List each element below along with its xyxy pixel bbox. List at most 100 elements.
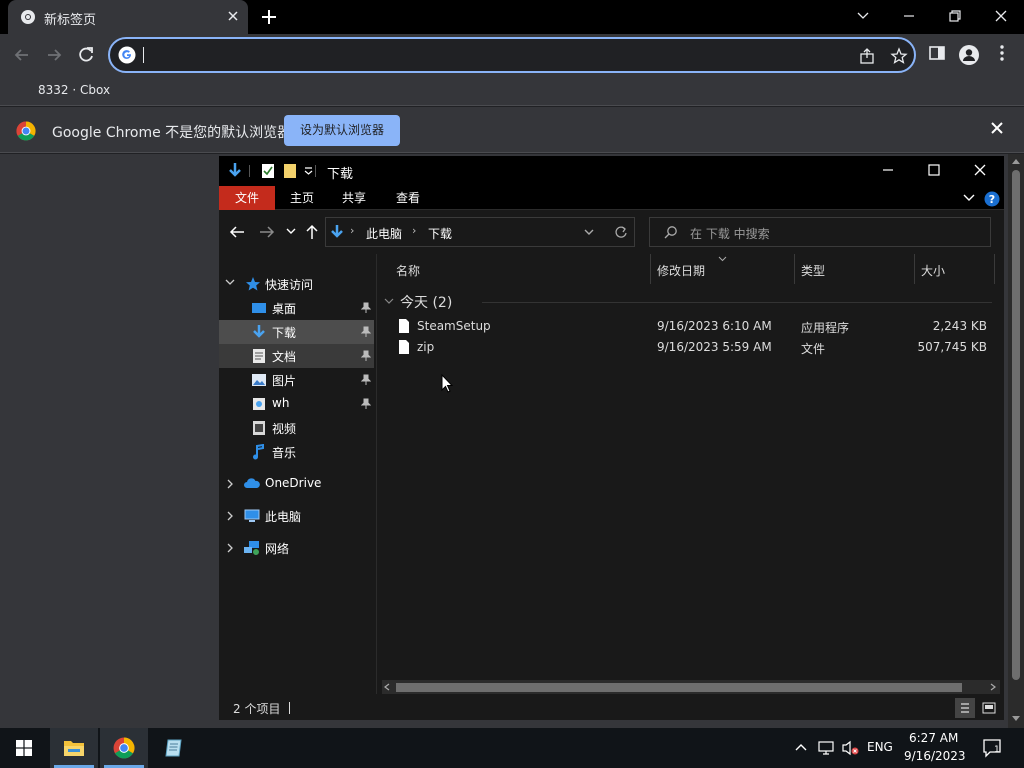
minimize-button[interactable] — [896, 5, 922, 27]
tab-new-tab[interactable]: 新标签页 — [8, 0, 248, 34]
nav-item-label: 下载 — [272, 326, 297, 340]
nav-item-wh[interactable]: wh — [219, 392, 374, 416]
explorer-back-button[interactable] — [229, 225, 245, 239]
horizontal-scrollbar[interactable] — [382, 680, 1000, 694]
up-folder-button[interactable] — [305, 224, 319, 240]
file-modified: 9/16/2023 6:10 AM — [657, 319, 772, 333]
address-bar[interactable]: › 此电脑 › 下载 — [325, 217, 635, 247]
explorer-minimize-button[interactable] — [881, 163, 895, 177]
nav-item-music[interactable]: 音乐 — [219, 440, 374, 464]
taskbar-chrome[interactable] — [100, 728, 148, 768]
column-header-type[interactable]: 类型 — [801, 262, 825, 279]
ribbon-tab-share[interactable]: 共享 — [329, 186, 379, 210]
refresh-icon[interactable] — [614, 225, 628, 239]
network-icon — [244, 541, 259, 555]
new-tab-button[interactable] — [258, 7, 280, 27]
nav-onedrive[interactable]: OneDrive — [219, 472, 374, 496]
download-location-icon — [330, 224, 344, 240]
tab-strip: 新标签页 — [0, 0, 1024, 34]
nav-item-pictures[interactable]: 图片 — [219, 368, 374, 392]
explorer-maximize-button[interactable] — [927, 163, 941, 177]
file-size: 507,745 KB — [917, 340, 987, 354]
back-button[interactable] — [11, 44, 33, 66]
volume-muted-icon[interactable] — [842, 740, 860, 756]
pictures-icon — [252, 374, 266, 386]
taskbar-app[interactable] — [150, 728, 198, 768]
nav-item-desktop[interactable]: 桌面 — [219, 296, 374, 320]
file-icon — [399, 319, 409, 333]
file-size: 2,243 KB — [932, 319, 987, 333]
properties-icon[interactable] — [261, 163, 275, 179]
group-header-today[interactable]: 今天 (2) — [384, 292, 994, 312]
tab-close-icon[interactable] — [226, 9, 240, 23]
collapse-chevron-icon — [384, 298, 394, 304]
menu-kebab-icon[interactable] — [994, 44, 1010, 62]
column-header-modified[interactable]: 修改日期 — [657, 262, 705, 279]
large-icons-view-button[interactable] — [979, 698, 999, 718]
input-language[interactable]: ENG — [867, 740, 893, 754]
address-history-chevron-icon[interactable] — [584, 229, 594, 237]
clock-time[interactable]: 6:27 AM — [909, 731, 958, 745]
notification-center-icon[interactable]: 1 — [982, 738, 1004, 758]
ribbon-tab-home[interactable]: 主页 — [277, 186, 327, 210]
explorer-search-box[interactable]: 在 下载 中搜索 — [649, 217, 991, 247]
nav-item-label: wh — [272, 396, 290, 410]
horizontal-scrollbar-thumb[interactable] — [396, 683, 962, 692]
forward-button[interactable] — [43, 44, 65, 66]
svg-text:?: ? — [989, 193, 995, 206]
document-icon — [253, 349, 265, 363]
nav-network[interactable]: 网络 — [219, 536, 374, 560]
taskbar-file-explorer[interactable] — [50, 728, 98, 768]
page-scrollbar-thumb[interactable] — [1012, 170, 1020, 680]
breadcrumb-downloads[interactable]: 下载 — [428, 225, 452, 242]
ribbon-expand-icon[interactable] — [963, 193, 975, 203]
side-panel-icon[interactable] — [928, 44, 946, 62]
infobar-close-icon[interactable] — [990, 121, 1004, 135]
details-view-button[interactable] — [955, 698, 975, 718]
profile-avatar-icon[interactable] — [958, 44, 980, 66]
explorer-forward-button[interactable] — [259, 225, 275, 239]
ribbon-tabs: 文件 主页 共享 查看 ? — [219, 186, 1004, 210]
nav-item-documents[interactable]: 文档 — [219, 344, 374, 368]
explorer-window-title: 下载 — [327, 167, 354, 182]
tab-search-icon[interactable] — [850, 5, 876, 27]
chrome-favicon-icon — [20, 9, 36, 25]
nav-this-pc[interactable]: 此电脑 — [219, 504, 374, 528]
bookmark-star-icon[interactable] — [890, 47, 908, 65]
nav-quick-access[interactable]: 快速访问 — [219, 272, 374, 296]
close-window-button[interactable] — [988, 5, 1014, 27]
restore-button[interactable] — [942, 5, 968, 27]
breadcrumb-this-pc[interactable]: 此电脑 — [366, 225, 402, 242]
ribbon-tab-file[interactable]: 文件 — [219, 186, 275, 210]
navigation-pane: 快速访问 桌面 下载 文档 图片 wh 视频 音乐 OneDrive 此电脑 网… — [219, 254, 377, 694]
explorer-close-button[interactable] — [973, 163, 987, 177]
show-hidden-icons-chevron-icon[interactable] — [795, 742, 807, 752]
nav-item-label: 视频 — [272, 422, 297, 436]
quick-access-toolbar-dropdown-icon[interactable] — [304, 167, 313, 175]
start-button[interactable] — [0, 728, 48, 768]
status-bar: 2 个项目 — [219, 696, 1004, 720]
nav-item-videos[interactable]: 视频 — [219, 416, 374, 440]
set-default-browser-button[interactable]: 设为默认浏览器 — [284, 115, 400, 146]
reload-button[interactable] — [75, 44, 97, 66]
videos-icon — [253, 421, 265, 435]
new-folder-icon[interactable] — [283, 163, 297, 179]
pin-icon — [361, 374, 371, 385]
bookmark-item[interactable]: 8332 · Cbox — [38, 83, 110, 97]
help-icon[interactable]: ? — [984, 191, 1000, 207]
recent-locations-chevron-icon[interactable] — [286, 228, 296, 236]
pin-icon — [361, 326, 371, 337]
clock-date[interactable]: 9/16/2023 — [904, 749, 966, 763]
address-input[interactable] — [142, 45, 822, 67]
file-row[interactable]: zip 9/16/2023 5:59 AM 文件 507,745 KB — [378, 337, 1004, 358]
nav-item-downloads[interactable]: 下载 — [219, 320, 374, 344]
tab-title: 新标签页 — [44, 13, 97, 28]
column-header-size[interactable]: 大小 — [921, 262, 945, 279]
file-row[interactable]: SteamSetup 9/16/2023 6:10 AM 应用程序 2,243 … — [378, 316, 1004, 337]
omnibox[interactable] — [108, 37, 916, 73]
network-status-icon[interactable] — [818, 740, 834, 756]
ribbon-tab-view[interactable]: 查看 — [383, 186, 433, 210]
page-scrollbar[interactable] — [1008, 154, 1024, 728]
column-header-name[interactable]: 名称 — [396, 262, 420, 279]
share-icon[interactable] — [858, 47, 876, 65]
